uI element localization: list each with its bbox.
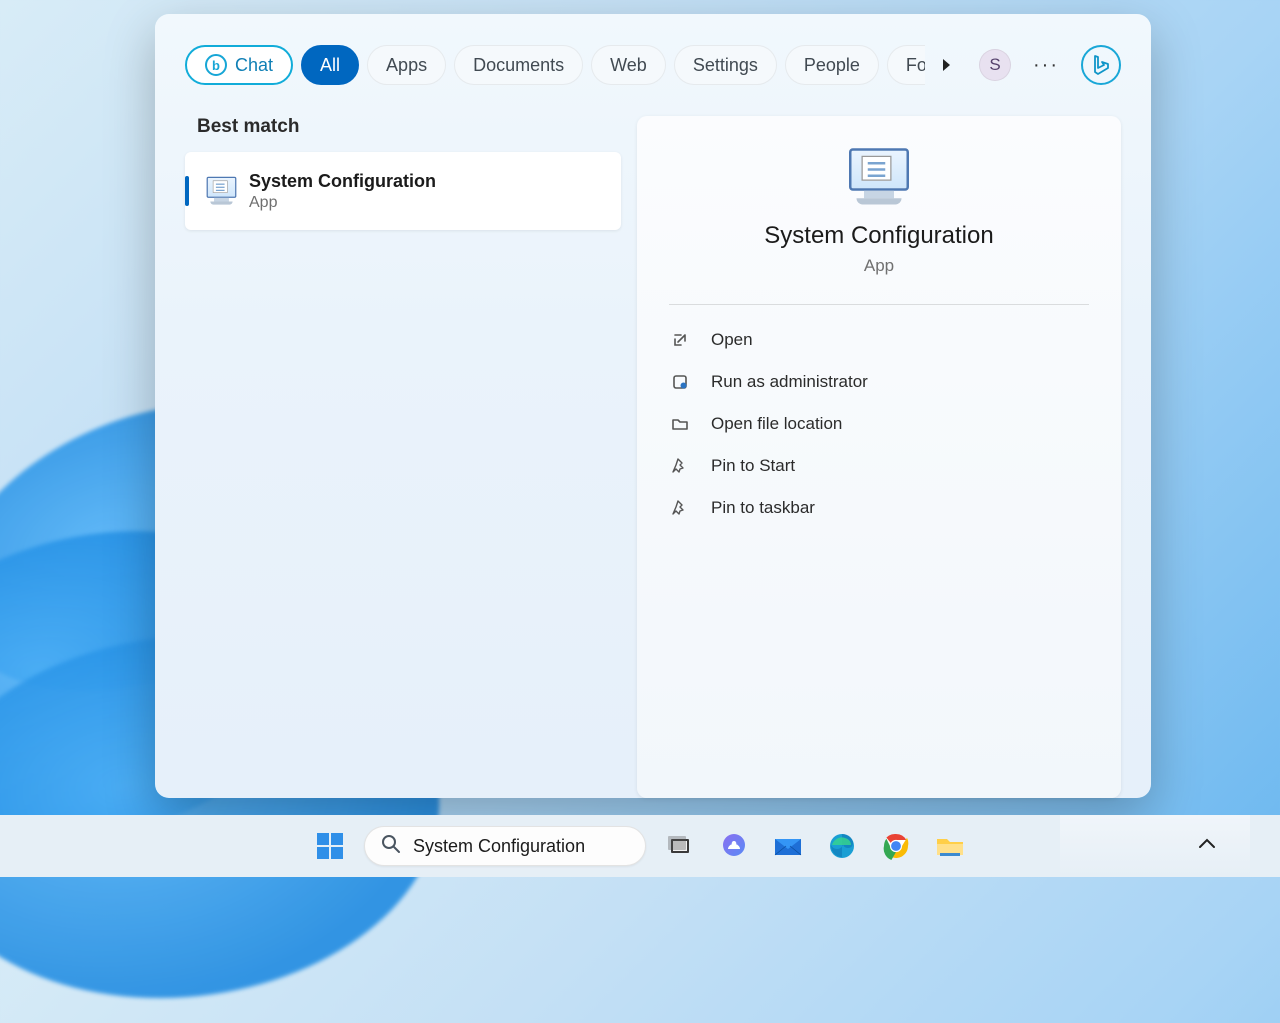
- action-pin-to-start[interactable]: Pin to Start: [669, 445, 1089, 487]
- search-icon: [381, 834, 401, 859]
- more-options[interactable]: ···: [1027, 50, 1065, 81]
- shield-icon: [669, 373, 691, 391]
- tab-label: Documents: [473, 55, 564, 76]
- user-avatar[interactable]: S: [979, 49, 1011, 81]
- taskbar: [0, 815, 1280, 877]
- detail-subtitle: App: [637, 256, 1121, 276]
- best-match-result[interactable]: System Configuration App: [185, 152, 621, 230]
- chat-icon: [719, 831, 749, 861]
- tab-folders[interactable]: Folders: [887, 45, 925, 85]
- windows-icon: [315, 831, 345, 861]
- result-title: System Configuration: [249, 171, 436, 192]
- chat-tab-label: Chat: [235, 55, 273, 76]
- task-view-button[interactable]: [660, 826, 700, 866]
- chat-button[interactable]: [714, 826, 754, 866]
- filter-tabs-row: b Chat All Apps Documents Web Settings P…: [155, 14, 1151, 92]
- tab-web[interactable]: Web: [591, 45, 666, 85]
- result-texts: System Configuration App: [249, 171, 436, 212]
- action-list: Open Run as administrator Open file loca…: [637, 319, 1121, 529]
- filter-tabs-scroll: b Chat All Apps Documents Web Settings P…: [185, 45, 925, 85]
- tab-documents[interactable]: Documents: [454, 45, 583, 85]
- tab-settings[interactable]: Settings: [674, 45, 777, 85]
- system-configuration-icon: [844, 148, 914, 206]
- system-configuration-icon: [204, 177, 234, 206]
- tabs-scroll-right[interactable]: [935, 45, 957, 85]
- result-detail-panel: System Configuration App Open Run as adm…: [637, 116, 1121, 798]
- chrome-icon: [881, 831, 911, 861]
- selection-accent: [185, 176, 189, 206]
- avatar-letter: S: [989, 55, 1000, 75]
- tab-label: All: [320, 55, 340, 76]
- chevron-right-icon: [940, 58, 952, 72]
- task-view-icon: [665, 831, 695, 861]
- bing-button[interactable]: [1081, 45, 1121, 85]
- action-pin-to-taskbar[interactable]: Pin to taskbar: [669, 487, 1089, 529]
- pin-icon: [669, 457, 691, 475]
- file-explorer-button[interactable]: [930, 826, 970, 866]
- search-results-panel: b Chat All Apps Documents Web Settings P…: [155, 14, 1151, 798]
- best-match-label: Best match: [185, 116, 621, 152]
- action-run-as-admin[interactable]: Run as administrator: [669, 361, 1089, 403]
- mail-button[interactable]: [768, 826, 808, 866]
- action-open[interactable]: Open: [669, 319, 1089, 361]
- open-icon: [669, 331, 691, 349]
- result-icon: [195, 168, 243, 214]
- header-right: S ···: [979, 45, 1121, 85]
- chrome-button[interactable]: [876, 826, 916, 866]
- result-subtitle: App: [249, 194, 436, 212]
- search-input[interactable]: [413, 836, 645, 857]
- divider: [669, 304, 1089, 305]
- action-label: Open file location: [711, 414, 842, 434]
- tab-people[interactable]: People: [785, 45, 879, 85]
- chat-tab[interactable]: b Chat: [185, 45, 293, 85]
- results-left-column: Best match System Configuration App: [185, 116, 621, 798]
- edge-icon: [827, 831, 857, 861]
- bing-icon: b: [205, 54, 227, 76]
- action-label: Pin to taskbar: [711, 498, 815, 518]
- taskbar-search-box[interactable]: [364, 826, 646, 866]
- detail-title: System Configuration: [637, 222, 1121, 250]
- tab-label: Folders: [906, 55, 925, 76]
- action-label: Open: [711, 330, 753, 350]
- edge-button[interactable]: [822, 826, 862, 866]
- chevron-up-icon: [1198, 838, 1216, 850]
- taskbar-center: [310, 826, 970, 866]
- taskbar-right-tray: [1060, 815, 1250, 877]
- detail-icon: [637, 154, 1121, 200]
- tab-label: People: [804, 55, 860, 76]
- tab-apps[interactable]: Apps: [367, 45, 446, 85]
- tray-overflow-button[interactable]: [1198, 837, 1216, 855]
- pin-icon: [669, 499, 691, 517]
- folder-icon: [934, 831, 966, 861]
- results-body: Best match System Configuration App: [155, 92, 1151, 798]
- action-label: Run as administrator: [711, 372, 868, 392]
- tab-all[interactable]: All: [301, 45, 359, 85]
- action-label: Pin to Start: [711, 456, 795, 476]
- tab-label: Web: [610, 55, 647, 76]
- tab-label: Apps: [386, 55, 427, 76]
- folder-icon: [669, 415, 691, 433]
- tab-label: Settings: [693, 55, 758, 76]
- bing-logo-icon: [1091, 54, 1111, 76]
- start-button[interactable]: [310, 826, 350, 866]
- mail-icon: [772, 831, 804, 861]
- action-open-file-location[interactable]: Open file location: [669, 403, 1089, 445]
